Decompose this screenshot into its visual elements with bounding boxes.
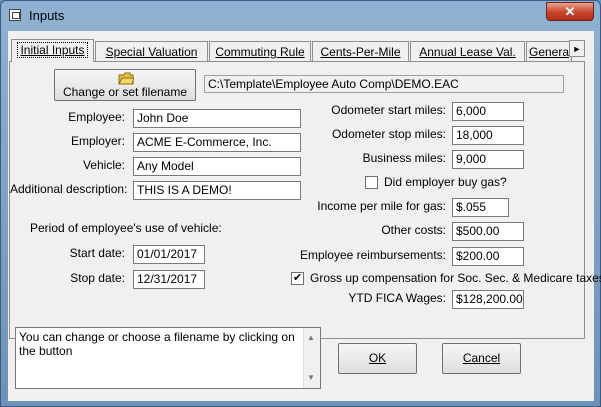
- gross-up-checkbox[interactable]: ✔: [291, 272, 304, 285]
- cancel-label: Cancel: [462, 351, 501, 365]
- tab-label: Commuting Rule: [215, 45, 305, 59]
- close-button[interactable]: ✕: [546, 2, 594, 21]
- help-text-box[interactable]: You can change or choose a filename by c…: [15, 327, 321, 389]
- income-per-mile-label: Income per mile for gas:: [317, 199, 446, 213]
- dialog-body: Initial Inputs Special Valuation Commuti…: [8, 31, 601, 401]
- tab-initial-inputs[interactable]: Initial Inputs: [11, 39, 94, 62]
- ytd-fica-field[interactable]: $128,200.00: [452, 290, 524, 309]
- odometer-stop-field[interactable]: 18,000: [452, 126, 524, 145]
- reimbursements-field[interactable]: $200.00: [452, 247, 524, 266]
- cancel-button[interactable]: Cancel: [442, 343, 521, 374]
- ytd-fica-label: YTD FICA Wages:: [348, 291, 446, 305]
- odometer-start-label: Odometer start miles:: [331, 103, 446, 117]
- other-costs-label: Other costs:: [381, 223, 446, 237]
- help-text: You can change or choose a filename by c…: [19, 330, 295, 358]
- tab-strip: Initial Inputs Special Valuation Commuti…: [8, 39, 586, 62]
- tab-annual-lease-val[interactable]: Annual Lease Val.: [410, 41, 525, 61]
- description-label: Additional description:: [10, 182, 128, 196]
- employer-label: Employer:: [70, 134, 125, 148]
- start-date-label: Start date:: [69, 246, 125, 260]
- reimbursements-label: Employee reimbursements:: [299, 248, 446, 262]
- business-miles-label: Business miles:: [362, 151, 446, 165]
- scroll-down-icon[interactable]: ▼: [307, 371, 315, 385]
- tab-label: Cents-Per-Mile: [320, 45, 401, 59]
- employer-gas-label: Did employer buy gas?: [384, 175, 507, 189]
- vehicle-label: Vehicle:: [82, 158, 125, 172]
- window-title: Inputs: [29, 8, 65, 23]
- income-per-mile-field[interactable]: $.055: [452, 198, 509, 217]
- employer-field[interactable]: ACME E-Commerce, Inc.: [133, 133, 301, 152]
- ok-button[interactable]: OK: [338, 343, 417, 374]
- stop-date-field[interactable]: 12/31/2017: [133, 270, 205, 289]
- tab-label: Genera: [528, 45, 570, 59]
- gross-up-label: Gross up compensation for Soc. Sec. & Me…: [310, 271, 601, 285]
- stop-date-label: Stop date:: [70, 271, 125, 285]
- other-costs-field[interactable]: $500.00: [452, 222, 524, 241]
- folder-icon: [118, 72, 134, 85]
- odometer-start-field[interactable]: 6,000: [452, 102, 524, 121]
- tab-cents-per-mile[interactable]: Cents-Per-Mile: [312, 41, 409, 61]
- business-miles-field[interactable]: 9,000: [452, 150, 524, 169]
- initial-inputs-panel: Change or set filename C:\Template\Emplo…: [9, 61, 601, 339]
- tab-label: Initial Inputs: [17, 42, 88, 58]
- employee-field[interactable]: John Doe: [133, 109, 301, 128]
- inputs-window: Inputs ✕ Initial Inputs Special Valuatio…: [0, 0, 601, 407]
- tab-label: Special Valuation: [105, 45, 198, 59]
- help-scrollbar[interactable]: ▲ ▼: [303, 328, 320, 388]
- period-heading: Period of employee's use of vehicle:: [30, 221, 222, 235]
- filename-path: C:\Template\Employee Auto Comp\DEMO.EAC: [204, 75, 564, 93]
- ok-label: OK: [368, 351, 387, 365]
- odometer-stop-label: Odometer stop miles:: [331, 127, 446, 141]
- tab-commuting-rule[interactable]: Commuting Rule: [209, 41, 311, 61]
- start-date-field[interactable]: 01/01/2017: [133, 245, 205, 264]
- tab-special-valuation[interactable]: Special Valuation: [95, 41, 208, 61]
- title-bar: Inputs ✕: [1, 1, 600, 31]
- change-filename-button[interactable]: Change or set filename: [54, 69, 196, 101]
- scroll-up-icon[interactable]: ▲: [307, 331, 315, 345]
- employer-gas-checkbox[interactable]: [365, 176, 378, 189]
- description-field[interactable]: THIS IS A DEMO!: [133, 181, 301, 200]
- tab-general[interactable]: Genera: [526, 41, 572, 61]
- employee-label: Employee:: [68, 110, 125, 124]
- tab-label: Annual Lease Val.: [419, 45, 516, 59]
- vehicle-field[interactable]: Any Model: [133, 157, 301, 176]
- change-filename-label: Change or set filename: [62, 85, 188, 99]
- tab-scroll-right-icon[interactable]: ►: [569, 40, 585, 57]
- app-icon: [9, 9, 21, 21]
